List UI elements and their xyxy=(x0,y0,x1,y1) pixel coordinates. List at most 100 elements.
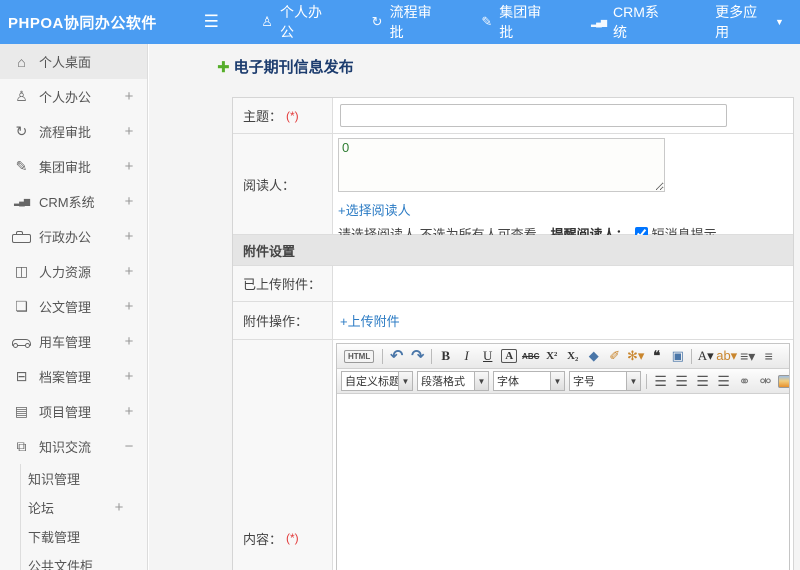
knowledge-icon: ⧉ xyxy=(16,438,27,454)
strikethrough-button[interactable]: ABC xyxy=(520,346,541,367)
知识交流[interactable]: ⧉ 知识交流 − xyxy=(0,429,147,464)
论坛[interactable]: 论坛 + xyxy=(21,493,147,522)
expander-toggle[interactable]: + xyxy=(123,228,135,245)
expander-toggle[interactable]: + xyxy=(123,158,135,175)
nav-item-label: 流程审批 xyxy=(389,4,432,40)
集团审批[interactable]: ✎ 集团审批 + xyxy=(0,149,147,184)
nav-item-label: 个人办公 xyxy=(279,4,322,40)
uploaded-attachments-value xyxy=(333,266,793,301)
sidebar-subitem-label: 知识管理 xyxy=(28,472,81,487)
font-style-button[interactable]: A xyxy=(501,349,518,363)
undo-button[interactable]: ↶ xyxy=(386,346,407,367)
档案管理[interactable]: ⊟ 档案管理 + xyxy=(0,359,147,394)
CRM系统[interactable]: ▂▄▆ CRM系统 xyxy=(575,0,692,44)
expander-toggle[interactable]: + xyxy=(123,298,135,315)
expander-toggle[interactable]: + xyxy=(123,263,135,280)
行政办公[interactable]: 行政办公 + xyxy=(0,219,147,254)
sidebar-item-label: 集团审批 xyxy=(39,160,92,175)
sidebar-item-label: 项目管理 xyxy=(39,405,92,420)
项目管理[interactable]: ▤ 项目管理 + xyxy=(0,394,147,429)
下载管理[interactable]: 下载管理 xyxy=(21,522,147,551)
upload-attachment-link[interactable]: +上传附件 xyxy=(340,311,400,330)
autotypeset-button[interactable]: ✻▾ xyxy=(625,346,646,367)
plus-icon: ✚ xyxy=(217,58,230,76)
expander-toggle[interactable]: + xyxy=(123,193,135,210)
知识管理[interactable]: 知识管理 xyxy=(21,464,147,493)
公共文件柜[interactable]: 公共文件柜 xyxy=(21,551,147,570)
nav-item-label: CRM系统 xyxy=(613,4,659,40)
公文管理[interactable]: ❏ 公文管理 + xyxy=(0,289,147,324)
justify-button[interactable]: ☰ xyxy=(713,371,734,392)
CRM系统[interactable]: ▂▄▆ CRM系统 + xyxy=(0,184,147,219)
custom-title-select[interactable]: 自定义标题 ▼ xyxy=(341,371,413,391)
bold-button[interactable]: B xyxy=(435,346,456,367)
expander-toggle[interactable]: − xyxy=(123,438,135,455)
chart-icon: ▂▄▆ xyxy=(591,17,607,27)
highlight-button[interactable]: ab▾ xyxy=(716,346,737,367)
expander-toggle[interactable]: + xyxy=(123,123,135,140)
用车管理[interactable]: 用车管理 + xyxy=(0,324,147,359)
font-color-button[interactable]: A▾ xyxy=(695,346,716,367)
car-icon xyxy=(12,338,31,348)
集团审批[interactable]: ✎ 集团审批 xyxy=(465,0,575,44)
format-brush-button[interactable]: ✐ xyxy=(604,346,625,367)
subscript-button[interactable]: X₂ xyxy=(562,346,583,367)
font-family-select[interactable]: 字体 ▼ xyxy=(493,371,565,391)
chevron-down-icon: ▼ xyxy=(474,372,488,390)
editor-content-area[interactable] xyxy=(337,394,789,570)
italic-button[interactable]: I xyxy=(456,346,477,367)
font-size-select[interactable]: 字号 ▼ xyxy=(569,371,641,391)
sidebar-item-label: 行政办公 xyxy=(39,230,92,245)
expander-toggle[interactable]: + xyxy=(123,403,135,420)
expander-toggle[interactable]: + xyxy=(123,368,135,385)
select-readers-link[interactable]: +选择阅读人 xyxy=(338,203,411,218)
nav-item-label: 更多应用 xyxy=(715,4,758,40)
chevron-down-icon: ▼ xyxy=(550,372,564,390)
unlink-button[interactable]: ⚮ xyxy=(755,371,776,392)
link-button[interactable]: ⚭ xyxy=(734,371,755,392)
html-source-button[interactable]: HTML xyxy=(344,349,375,363)
ordered-list-button[interactable]: ≡▾ xyxy=(737,346,758,367)
sidebar-item-label: CRM系统 xyxy=(39,195,95,210)
sidebar-submenu: 知识管理 论坛 + 下载管理 公共文件柜 xyxy=(20,464,147,570)
个人桌面[interactable]: ⌂ 个人桌面 xyxy=(0,44,147,79)
sidebar-subitem-label: 下载管理 xyxy=(28,530,81,545)
expander-toggle[interactable]: + xyxy=(123,88,135,105)
required-mark: (*) xyxy=(286,531,299,545)
流程审批[interactable]: ↻ 流程审批 xyxy=(356,0,466,44)
underline-button[interactable]: U xyxy=(477,346,498,367)
archive-icon: ⊟ xyxy=(15,368,28,384)
hamburger-menu-icon[interactable]: ☰ xyxy=(191,12,231,32)
separator xyxy=(431,348,433,364)
个人办公[interactable]: ♙ 个人办公 + xyxy=(0,79,147,114)
eraser-button[interactable]: ◆ xyxy=(583,346,604,367)
subject-row: 主题： (*) xyxy=(233,98,793,134)
流程审批[interactable]: ↻ 流程审批 + xyxy=(0,114,147,149)
superscript-button[interactable]: X² xyxy=(541,346,562,367)
align-right-button[interactable]: ☰ xyxy=(692,371,713,392)
top-nav: ♙ 个人办公 ↻ 流程审批 ✎ 集团审批 ▂▄▆ CRM系统 更多应用 ▼ xyxy=(245,0,800,44)
expander-toggle[interactable]: + xyxy=(123,333,135,350)
chart-icon: ▂▄▆ xyxy=(14,197,30,206)
image-button[interactable] xyxy=(778,374,789,388)
readers-textarea[interactable]: 0 xyxy=(338,138,665,192)
subject-input[interactable] xyxy=(340,104,727,127)
expander-toggle[interactable]: + xyxy=(113,499,125,516)
separator xyxy=(691,348,693,364)
paragraph-format-select[interactable]: 段落格式 ▼ xyxy=(417,371,489,391)
个人办公[interactable]: ♙ 个人办公 xyxy=(245,0,355,44)
blockquote-button[interactable]: ❝ xyxy=(646,346,667,367)
workflow-icon: ↻ xyxy=(371,14,383,29)
bullet-list-button[interactable]: ≡ xyxy=(758,346,779,367)
book-icon: ◫ xyxy=(14,263,29,279)
更多应用[interactable]: 更多应用 ▼ xyxy=(692,0,800,44)
人力资源[interactable]: ◫ 人力资源 + xyxy=(0,254,147,289)
compose-icon: ✎ xyxy=(481,14,493,29)
align-left-button[interactable]: ☰ xyxy=(650,371,671,392)
redo-button[interactable]: ↷ xyxy=(407,346,428,367)
align-center-button[interactable]: ☰ xyxy=(671,371,692,392)
editor-toolbar-row1: HTML ↶ ↷ B I U A ABC X² X₂ ◆ ✐ ✻▾ ❝ ▣ A▾… xyxy=(337,344,789,369)
chevron-down-icon: ▼ xyxy=(398,372,412,390)
workflow-icon: ↻ xyxy=(15,123,28,139)
paste-text-button[interactable]: ▣ xyxy=(667,346,688,367)
